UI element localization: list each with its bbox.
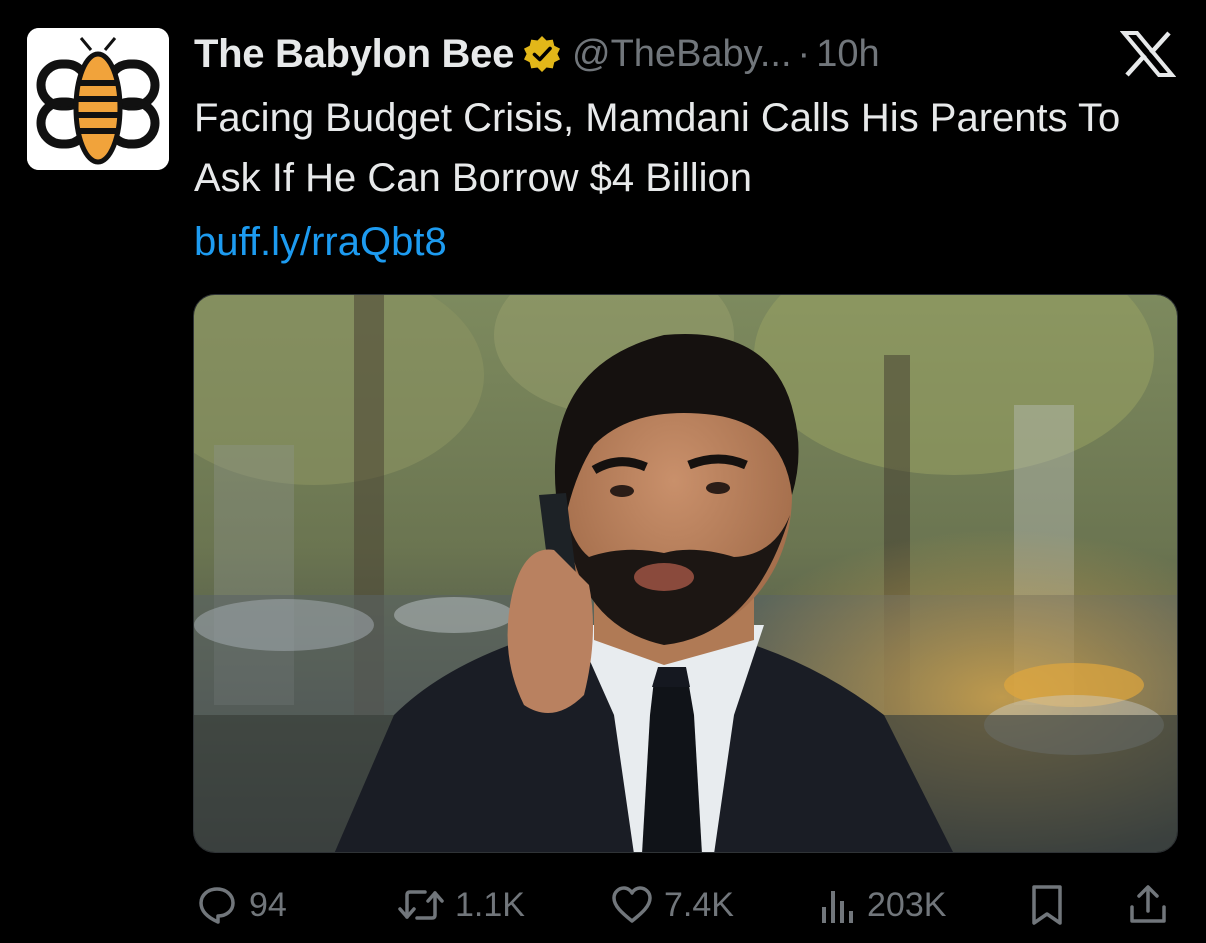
tweet-header: The Babylon Bee @TheBaby... · 10h — [194, 26, 880, 82]
tweet-link[interactable]: buff.ly/rraQbt8 — [194, 212, 447, 272]
like-count: 7.4K — [664, 885, 734, 924]
reply-icon — [199, 887, 235, 924]
views-count: 203K — [867, 885, 947, 924]
account-avatar[interactable] — [27, 28, 169, 170]
verified-badge-icon[interactable] — [522, 34, 562, 74]
tweet-text: Facing Budget Crisis, Mamdani Calls His … — [194, 96, 1121, 200]
views-icon — [822, 891, 853, 923]
share-button[interactable] — [1126, 882, 1170, 928]
retweet-icon — [398, 890, 444, 920]
bookmark-icon — [1032, 885, 1062, 925]
reply-count: 94 — [249, 885, 287, 924]
retweet-button[interactable]: 1.1K — [397, 882, 525, 928]
account-handle[interactable]: @TheBaby... — [572, 33, 792, 76]
tweet-media-photo[interactable] — [193, 294, 1178, 853]
heart-icon — [612, 886, 652, 923]
share-icon — [1130, 885, 1166, 923]
retweet-count: 1.1K — [455, 885, 525, 924]
photo-man-on-phone — [194, 295, 1177, 852]
views-button[interactable]: 203K — [817, 882, 946, 928]
like-button[interactable]: 7.4K — [610, 882, 734, 928]
tweet-timestamp[interactable]: 10h — [816, 33, 879, 76]
separator-dot: · — [797, 32, 811, 75]
reply-button[interactable]: 94 — [195, 882, 287, 928]
bee-logo-icon — [27, 28, 169, 170]
account-name[interactable]: The Babylon Bee — [194, 32, 514, 77]
x-logo-icon — [1120, 30, 1176, 78]
bookmark-button[interactable] — [1027, 882, 1067, 928]
tweet-actions-bar: 94 1.1K 7.4K 203K — [0, 870, 1206, 940]
